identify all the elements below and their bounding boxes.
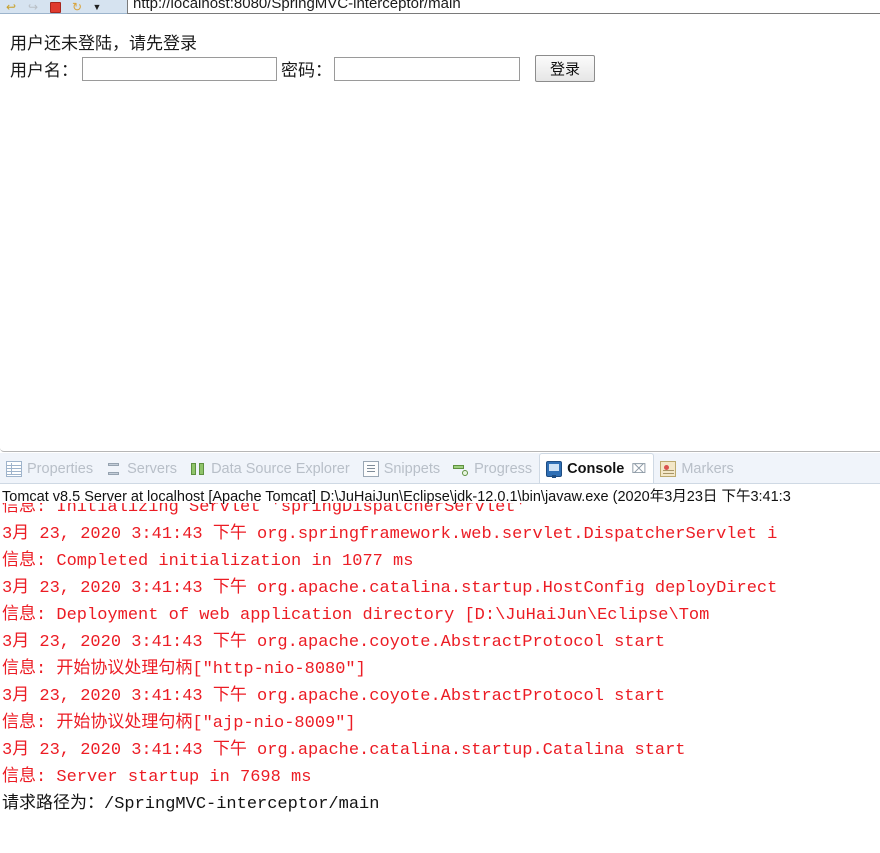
address-bar[interactable]: http://localhost:8080/SpringMVC-intercep…: [127, 0, 880, 14]
tab-properties[interactable]: Properties: [0, 453, 100, 483]
console-log-line: 信息: Deployment of web application direct…: [2, 606, 710, 625]
console-log-line: 3月 23, 2020 3:41:43 下午 org.apache.catali…: [2, 579, 778, 598]
tab-label: Markers: [681, 460, 734, 477]
console-log-line: 信息: Server startup in 7698 ms: [2, 768, 312, 787]
tab-console[interactable]: Console ⌧: [539, 453, 655, 483]
console-log-line: 3月 23, 2020 3:41:43 下午 org.apache.coyote…: [2, 633, 666, 652]
page-content: 用户还未登陆，请先登录 用户名： 密码： 登录: [0, 15, 880, 449]
console-log-line: 信息: Completed initialization in 1077 ms: [2, 552, 414, 571]
console-log-line: 信息: Initializing Servlet 'springDispatch…: [2, 503, 526, 517]
nav-forward-icon[interactable]: ↪: [24, 0, 42, 13]
username-label: 用户名：: [10, 61, 78, 80]
browser-window-bottom-edge: [0, 448, 880, 452]
tab-data-source-explorer[interactable]: Data Source Explorer: [184, 453, 357, 483]
console-log-line: 信息: 开始协议处理句柄["ajp-nio-8009"]: [2, 714, 356, 733]
username-input[interactable]: [82, 56, 277, 81]
markers-icon: [660, 460, 677, 477]
database-icon: [190, 461, 206, 477]
refresh-icon[interactable]: ↻: [68, 0, 86, 13]
tab-markers[interactable]: Markers: [654, 453, 740, 483]
stop-icon[interactable]: [46, 0, 64, 13]
tab-label: Console: [567, 460, 625, 477]
console-log-output[interactable]: 信息: Initializing Servlet 'springDispatch…: [0, 503, 880, 837]
tab-label: Data Source Explorer: [211, 460, 350, 477]
login-submit-button[interactable]: 登录: [535, 55, 595, 82]
properties-icon: [6, 460, 22, 477]
console-log-line: 3月 23, 2020 3:41:43 下午 org.apache.coyote…: [2, 687, 666, 706]
tab-label: Servers: [127, 460, 178, 477]
login-message: 用户还未登陆，请先登录: [10, 34, 197, 53]
tab-close-icon[interactable]: ⌧: [631, 461, 646, 477]
tab-snippets[interactable]: Snippets: [357, 453, 447, 483]
view-tabbar: Properties Servers Data Source Explorer Sni…: [0, 453, 880, 484]
console-log-line: 3月 23, 2020 3:41:43 下午 org.springframewo…: [2, 525, 778, 544]
nav-back-icon[interactable]: ↩: [2, 0, 20, 13]
login-form: 用户名： 密码： 登录: [10, 55, 595, 82]
console-log-line: 请求路径为：/SpringMVC-interceptor/main: [2, 795, 380, 814]
chevron-down-icon[interactable]: ▼: [88, 0, 106, 13]
browser-window: ↩ ↪ ↻ ▼ http://localhost:8080/SpringMVC-…: [0, 0, 880, 452]
console-log-line: 3月 23, 2020 3:41:43 下午 org.apache.catali…: [2, 741, 686, 760]
console-log-line: 信息: 开始协议处理句柄["http-nio-8080"]: [2, 660, 366, 679]
password-input[interactable]: [334, 56, 520, 81]
eclipse-bottom-panel: Properties Servers Data Source Explorer Sni…: [0, 453, 880, 853]
console-icon: [546, 460, 563, 478]
snippets-icon: [362, 460, 379, 477]
tab-label: Progress: [474, 460, 533, 477]
tab-label: Properties: [27, 460, 94, 477]
tab-servers[interactable]: Servers: [100, 453, 184, 483]
tab-progress[interactable]: Progress: [447, 453, 539, 483]
progress-icon: [453, 461, 469, 477]
password-label: 密码：: [281, 61, 332, 80]
console-view: Tomcat v8.5 Server at localhost [Apache …: [0, 484, 880, 837]
address-bar-text: http://localhost:8080/SpringMVC-intercep…: [133, 0, 461, 12]
servers-icon: [106, 461, 122, 477]
tab-label: Snippets: [383, 460, 441, 477]
